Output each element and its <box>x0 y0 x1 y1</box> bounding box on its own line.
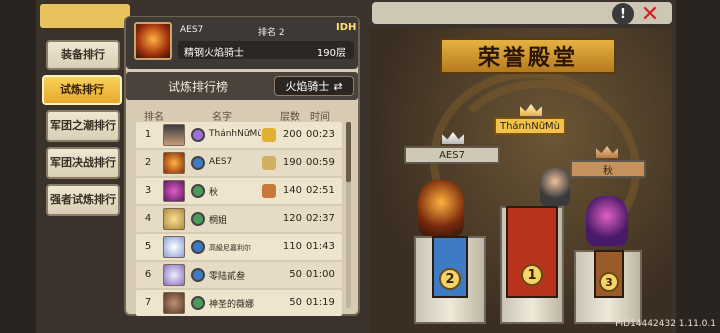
tab-equipment-ranking[interactable]: 装备排行 <box>46 40 120 70</box>
second-place-hero[interactable] <box>418 180 464 236</box>
column-floor: 层数 <box>280 112 300 123</box>
avatar <box>163 208 185 230</box>
column-rank: 排名 <box>144 112 164 123</box>
row-floor: 140 <box>282 185 302 196</box>
my-title: 精钢火焰骑士 <box>184 48 244 59</box>
ranking-list: 1 ThánhNữMù 200 00:23 2 AES7 190 00:59 3… <box>136 122 342 318</box>
first-place-hero[interactable] <box>540 168 570 206</box>
class-icon <box>191 240 205 254</box>
build-version: PID14442432 1.11.0.1 <box>615 319 716 329</box>
my-avatar <box>134 22 172 60</box>
table-row[interactable]: 5 高級尼嘉利尔 110 01:43 <box>136 234 342 260</box>
row-rank: 2 <box>144 157 152 168</box>
first-place-banner: 1 <box>506 206 558 298</box>
class-icon <box>191 156 205 170</box>
tab-trial-ranking[interactable]: 试炼排行 <box>42 75 122 105</box>
row-rank: 1 <box>144 129 152 140</box>
medal-icon <box>262 184 276 198</box>
class-filter-dropdown[interactable]: 火焰骑士 ⇄ <box>274 76 354 96</box>
class-filter-label: 火焰骑士 <box>285 80 330 93</box>
my-rank-card: AES7 排名 2 IDH 精钢火焰骑士 190层 <box>126 17 358 69</box>
table-row[interactable]: 2 AES7 190 00:59 <box>136 150 342 176</box>
info-icon[interactable]: ! <box>612 3 634 25</box>
row-rank: 6 <box>144 269 152 280</box>
row-time: 02:51 <box>306 185 335 196</box>
row-name: ThánhNữMù <box>209 129 261 139</box>
scroll-thumb[interactable] <box>346 122 351 182</box>
table-row[interactable]: 6 零陆貳叁 50 01:00 <box>136 262 342 288</box>
second-place-banner: 2 <box>432 236 468 298</box>
row-floor: 190 <box>282 157 302 168</box>
class-icon <box>191 268 205 282</box>
top-decoration <box>40 4 130 28</box>
hall-title: 荣誉殿堂 <box>440 38 616 74</box>
row-floor: 50 <box>289 269 302 280</box>
table-row[interactable]: 4 桐姐 120 02:37 <box>136 206 342 232</box>
second-place-nameplate: AES7 <box>404 146 500 164</box>
my-name: AES7 <box>180 25 204 35</box>
row-time: 00:23 <box>306 129 335 140</box>
row-rank: 3 <box>144 185 152 196</box>
row-name: AES7 <box>209 157 233 167</box>
row-floor: 120 <box>282 213 302 224</box>
list-header: 试炼排行榜 火焰骑士 ⇄ <box>126 72 358 100</box>
tab-strong-trial-ranking[interactable]: 强者试炼排行 <box>46 184 120 216</box>
row-floor: 110 <box>282 241 302 252</box>
row-time: 00:59 <box>306 157 335 168</box>
row-floor: 50 <box>289 297 302 308</box>
row-time: 01:19 <box>306 297 335 308</box>
row-name: 秋 <box>209 188 219 198</box>
tab-legion-tide-ranking[interactable]: 军团之潮排行 <box>46 110 120 142</box>
column-time: 时间 <box>310 112 330 123</box>
table-row[interactable]: 7 神圣的薇娜 50 01:19 <box>136 290 342 316</box>
second-place-number: 2 <box>439 268 461 290</box>
my-rank: 排名 2 <box>258 28 285 38</box>
my-floor: 190层 <box>316 48 346 59</box>
avatar <box>163 292 185 314</box>
class-icon <box>191 184 205 198</box>
third-place-banner: 3 <box>594 250 624 298</box>
row-time: 01:43 <box>306 241 335 252</box>
swap-icon: ⇄ <box>333 79 343 93</box>
row-rank: 7 <box>144 297 152 308</box>
row-name: 高級尼嘉利尔 <box>209 244 251 252</box>
row-name: 桐姐 <box>209 216 228 226</box>
class-icon <box>191 296 205 310</box>
first-place-nameplate: ThánhNữMù <box>494 117 566 135</box>
column-name: 名字 <box>212 112 232 123</box>
close-icon[interactable]: ✕ <box>638 2 662 27</box>
class-icon <box>191 212 205 226</box>
table-row[interactable]: 3 秋 140 02:51 <box>136 178 342 204</box>
class-icon <box>191 128 205 142</box>
avatar <box>163 124 185 146</box>
vip-badge: IDH <box>336 22 357 33</box>
avatar <box>163 236 185 258</box>
avatar <box>163 180 185 202</box>
row-time: 02:37 <box>306 213 335 224</box>
avatar <box>163 152 185 174</box>
first-place-number: 1 <box>521 264 543 286</box>
medal-icon <box>262 156 276 170</box>
tab-legion-battle-ranking[interactable]: 军团决战排行 <box>46 147 120 179</box>
table-row[interactable]: 1 ThánhNữMù 200 00:23 <box>136 122 342 148</box>
my-title-row: 精钢火焰骑士 190层 <box>178 41 354 59</box>
row-floor: 200 <box>282 129 302 140</box>
side-tabs: 装备排行 试炼排行 军团之潮排行 军团决战排行 强者试炼排行 <box>40 40 122 221</box>
list-title: 试炼排行榜 <box>168 80 229 94</box>
row-name: 零陆貳叁 <box>209 272 246 282</box>
row-time: 01:00 <box>306 269 335 280</box>
third-place-number: 3 <box>599 272 619 292</box>
avatar <box>163 264 185 286</box>
row-rank: 4 <box>144 213 152 224</box>
third-place-hero[interactable] <box>586 196 628 246</box>
medal-icon <box>262 128 276 142</box>
row-name: 神圣的薇娜 <box>209 300 255 310</box>
third-place-nameplate: 秋 <box>570 160 646 178</box>
row-rank: 5 <box>144 241 152 252</box>
